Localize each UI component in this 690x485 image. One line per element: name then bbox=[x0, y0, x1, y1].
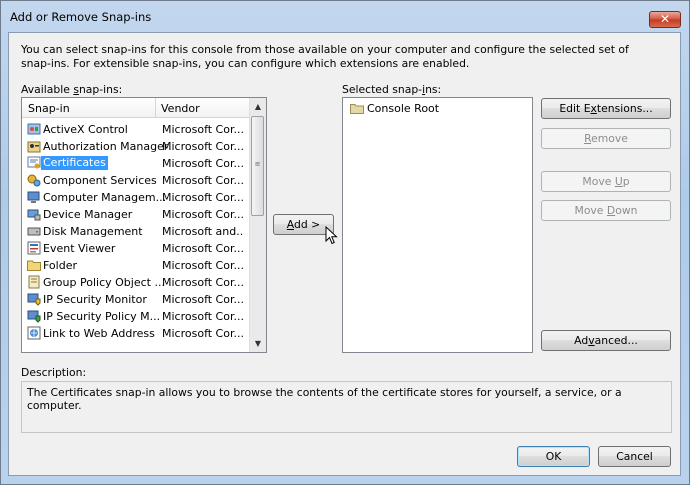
vertical-scrollbar[interactable]: ▲ ≡ ▼ bbox=[249, 98, 266, 352]
column-snapin-header[interactable]: Snap-in bbox=[28, 102, 70, 115]
cancel-button[interactable]: Cancel bbox=[598, 446, 671, 467]
title-bar[interactable]: Add or Remove Snap-ins ✕ bbox=[1, 1, 689, 31]
snapin-vendor: Microsoft Cor... bbox=[162, 310, 244, 323]
snapin-vendor: Microsoft Cor... bbox=[162, 157, 244, 170]
description-label: Description: bbox=[21, 366, 87, 379]
snapin-name: Device Manager bbox=[43, 208, 133, 221]
snapin-vendor: Microsoft Cor... bbox=[162, 327, 244, 340]
event-icon bbox=[27, 241, 41, 255]
snapin-vendor: Microsoft Cor... bbox=[162, 259, 244, 272]
snapin-row[interactable]: ActiveX Control Microsoft Cor... bbox=[22, 121, 248, 138]
device-icon bbox=[27, 209, 41, 221]
dialog-window: Add or Remove Snap-ins ✕ You can select … bbox=[0, 0, 690, 485]
snapin-name: Event Viewer bbox=[43, 242, 116, 255]
available-snapins-list[interactable]: Snap-in Vendor ActiveX Control Microsoft … bbox=[21, 97, 267, 353]
snapin-row[interactable]: IP Security Monitor Microsoft Cor... bbox=[22, 291, 248, 308]
snapin-vendor: Microsoft Cor... bbox=[162, 140, 244, 153]
link-icon bbox=[27, 326, 41, 340]
snapin-row[interactable]: Computer Managem... Microsoft Cor... bbox=[22, 189, 248, 206]
snapin-row[interactable]: Certificates Microsoft Cor... bbox=[22, 155, 248, 172]
snapin-name: Link to Web Address bbox=[43, 327, 155, 340]
console-root-node[interactable]: Console Root bbox=[367, 102, 439, 115]
intro-text: You can select snap-ins for this console… bbox=[21, 43, 629, 70]
certificate-icon bbox=[27, 156, 41, 169]
snapin-row[interactable]: Authorization Manager Microsoft Cor... bbox=[22, 138, 248, 155]
column-divider[interactable] bbox=[155, 98, 156, 118]
snapin-vendor: Microsoft Cor... bbox=[162, 276, 244, 289]
remove-button[interactable]: Remove bbox=[541, 128, 671, 149]
folder-icon bbox=[27, 260, 41, 271]
grip-icon: ≡ bbox=[254, 160, 261, 168]
snapin-row[interactable]: Disk Management Microsoft and... bbox=[22, 223, 248, 240]
scroll-thumb[interactable]: ≡ bbox=[251, 116, 264, 216]
scroll-up-icon[interactable]: ▲ bbox=[250, 98, 266, 115]
component-icon bbox=[27, 174, 41, 187]
snapin-vendor: Microsoft Cor... bbox=[162, 191, 244, 204]
ipsec-policy-icon bbox=[27, 310, 41, 323]
snapin-row[interactable]: Component Services Microsoft Cor... bbox=[22, 172, 248, 189]
available-label: Available snap-ins: bbox=[21, 83, 123, 96]
snapin-name: Folder bbox=[43, 259, 77, 272]
snapin-name: Computer Managem... bbox=[43, 191, 167, 204]
snapin-name: IP Security Policy M... bbox=[43, 310, 161, 323]
column-vendor-header[interactable]: Vendor bbox=[161, 102, 200, 115]
activex-icon bbox=[27, 123, 41, 135]
snapin-name: IP Security Monitor bbox=[43, 293, 147, 306]
snapin-name: Authorization Manager bbox=[43, 140, 169, 153]
policy-icon bbox=[28, 275, 40, 289]
window-title: Add or Remove Snap-ins bbox=[10, 10, 152, 24]
edit-extensions-button[interactable]: Edit Extensions... bbox=[541, 98, 671, 119]
ok-button[interactable]: OK bbox=[517, 446, 590, 467]
snapin-vendor: Microsoft Cor... bbox=[162, 242, 244, 255]
advanced-button[interactable]: Advanced... bbox=[541, 330, 671, 351]
snapin-row[interactable]: Device Manager Microsoft Cor... bbox=[22, 206, 248, 223]
snapin-row[interactable]: Group Policy Object ... Microsoft Cor... bbox=[22, 274, 248, 291]
computer-icon bbox=[27, 191, 40, 203]
snapin-vendor: Microsoft Cor... bbox=[162, 174, 244, 187]
snapin-row[interactable]: Folder Microsoft Cor... bbox=[22, 257, 248, 274]
list-header: Snap-in Vendor bbox=[22, 98, 250, 118]
ipsec-icon bbox=[27, 293, 41, 306]
snapin-name: Disk Management bbox=[43, 225, 143, 238]
mouse-cursor-icon bbox=[325, 226, 338, 245]
dialog-client-area: You can select snap-ins for this console… bbox=[8, 32, 681, 476]
snapin-vendor: Microsoft and... bbox=[162, 225, 244, 238]
snapin-name: Component Services bbox=[43, 174, 157, 187]
snapin-name: ActiveX Control bbox=[43, 123, 128, 136]
selected-label: Selected snap-ins: bbox=[342, 83, 442, 96]
snapin-name: Group Policy Object ... bbox=[43, 276, 165, 289]
move-up-button[interactable]: Move Up bbox=[541, 171, 671, 192]
snapin-vendor: Microsoft Cor... bbox=[162, 208, 244, 221]
snapin-name: Certificates bbox=[41, 156, 108, 170]
snapin-row[interactable]: Event Viewer Microsoft Cor... bbox=[22, 240, 248, 257]
description-box: The Certificates snap-in allows you to b… bbox=[21, 381, 672, 433]
selected-snapins-tree[interactable]: Console Root bbox=[342, 97, 533, 353]
snapin-vendor: Microsoft Cor... bbox=[162, 123, 244, 136]
disk-icon bbox=[27, 227, 41, 236]
snapin-row[interactable]: IP Security Policy M... Microsoft Cor... bbox=[22, 308, 248, 325]
authorization-icon bbox=[27, 141, 41, 153]
close-button[interactable]: ✕ bbox=[649, 11, 681, 28]
description-text: The Certificates snap-in allows you to b… bbox=[27, 386, 622, 412]
snapin-vendor: Microsoft Cor... bbox=[162, 293, 244, 306]
scroll-down-icon[interactable]: ▼ bbox=[250, 335, 266, 352]
snapin-row[interactable]: Link to Web Address Microsoft Cor... bbox=[22, 325, 248, 342]
close-icon: ✕ bbox=[659, 12, 671, 26]
move-down-button[interactable]: Move Down bbox=[541, 200, 671, 221]
console-root-folder-icon bbox=[350, 104, 364, 114]
